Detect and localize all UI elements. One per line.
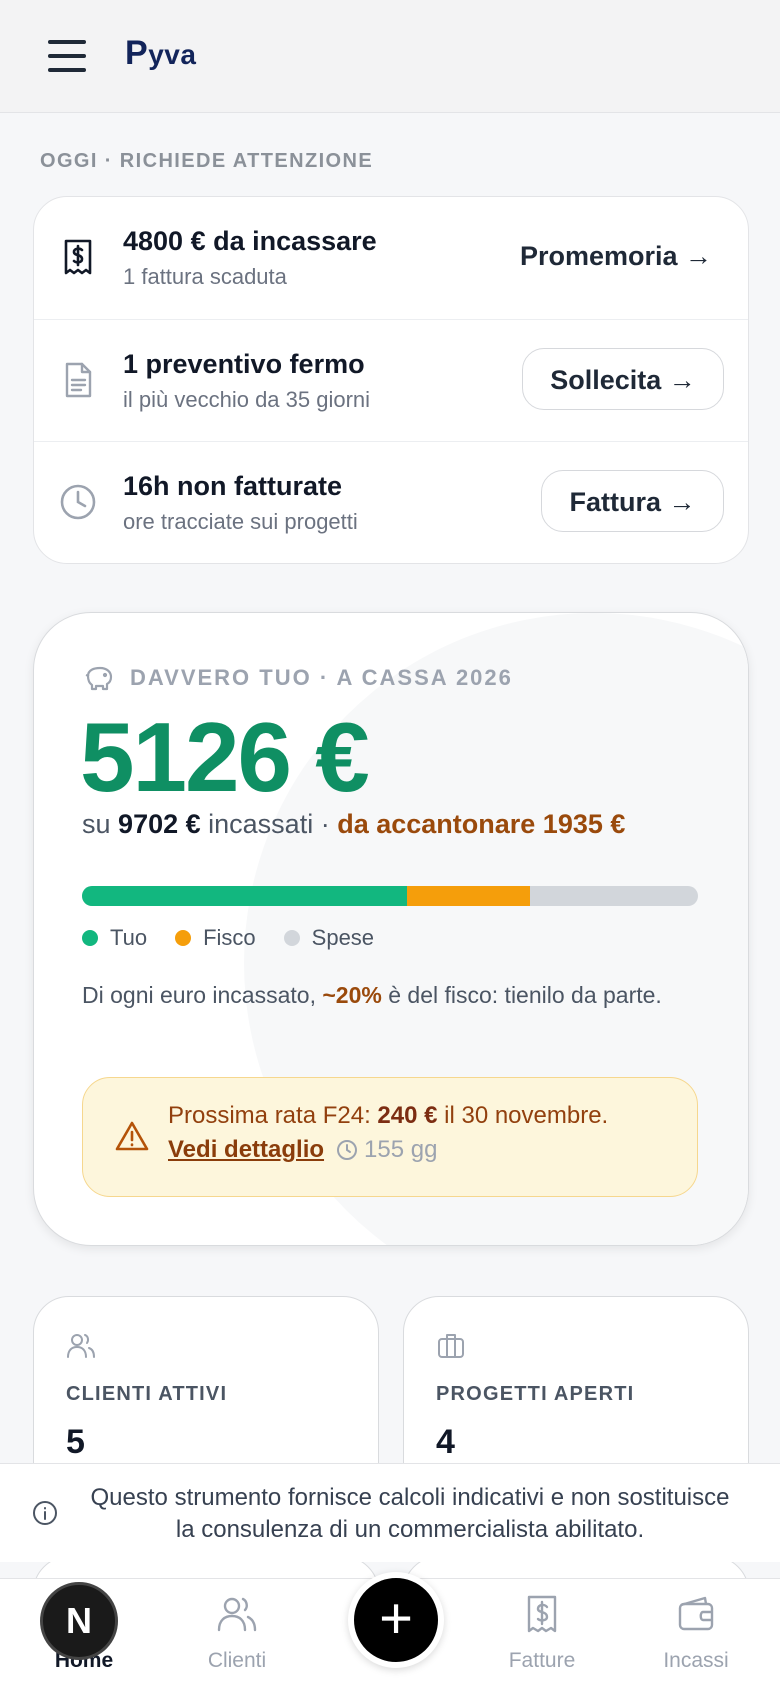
- bar-segment-fisco: [407, 886, 531, 906]
- stat-label: PROGETTI APERTI: [436, 1383, 635, 1405]
- attention-subtitle: 1 fattura scaduta: [123, 264, 287, 289]
- briefcase-icon: [438, 1334, 464, 1358]
- attention-title: 4800 € da incassare: [123, 226, 377, 256]
- cash-amount: 5126 €: [80, 702, 370, 812]
- total-collected: 9702 €: [118, 809, 201, 839]
- add-button[interactable]: +: [348, 1572, 444, 1668]
- attention-card: 4800 € da incassare 1 fattura scaduta Pr…: [33, 196, 749, 564]
- warning-icon: [115, 1121, 149, 1151]
- attention-subtitle: ore tracciate sui progetti: [123, 509, 358, 534]
- view-detail-link[interactable]: Vedi dettaglio: [168, 1136, 324, 1164]
- days-remaining: 155 gg: [336, 1136, 437, 1164]
- f24-alert: Prossima rata F24: 240 € il 30 novembre.…: [82, 1077, 698, 1197]
- attention-row-hours: 16h non fatturate ore tracciate sui prog…: [34, 441, 748, 563]
- document-icon: [65, 362, 92, 398]
- piggy-bank-icon: [85, 666, 113, 691]
- stat-value: 5: [66, 1423, 85, 1461]
- receipt-dollar-icon: [64, 239, 92, 275]
- f24-text: Prossima rata F24: 240 € il 30 novembre.: [168, 1102, 609, 1129]
- cash-breakdown-bar: [82, 886, 698, 906]
- stat-label: CLIENTI ATTIVI: [66, 1383, 228, 1405]
- menu-icon[interactable]: [48, 38, 86, 74]
- info-icon: [33, 1501, 57, 1525]
- cash-header: DAVVERO TUO · A CASSA 2026: [82, 663, 513, 693]
- clock-icon: [337, 1140, 358, 1160]
- tax-note: Di ogni euro incassato, ~20% è del fisco…: [82, 982, 662, 1008]
- cash-summary-card: DAVVERO TUO · A CASSA 2026 5126 € su 970…: [33, 612, 749, 1246]
- home-badge[interactable]: N: [40, 1582, 118, 1660]
- bar-legend: Tuo Fisco Spese: [82, 925, 402, 951]
- stat-value: 4: [436, 1423, 455, 1461]
- attention-subtitle: il più vecchio da 35 giorni: [123, 387, 371, 412]
- invoice-button[interactable]: Fattura →: [541, 470, 724, 532]
- top-bar: Pyva: [0, 0, 780, 113]
- cash-label: DAVVERO TUO · A CASSA 2026: [130, 665, 513, 690]
- attention-row-quote: 1 preventivo fermo il più vecchio da 35 …: [34, 319, 748, 441]
- attention-row-overdue: 4800 € da incassare 1 fattura scaduta Pr…: [34, 197, 748, 318]
- reminder-button[interactable]: Promemoria →: [502, 225, 712, 287]
- wallet-icon: [678, 1596, 714, 1631]
- app-logo[interactable]: Pyva: [125, 34, 196, 73]
- attention-title: 1 preventivo fermo: [123, 349, 365, 379]
- legend-item-spese: Spese: [283, 925, 374, 951]
- users-icon: [217, 1597, 257, 1632]
- legend-item-fisco: Fisco: [175, 925, 256, 951]
- set-aside-amount: da accantonare 1935 €: [337, 809, 626, 839]
- attention-title: 16h non fatturate: [123, 471, 343, 501]
- bar-segment-tuo: [82, 886, 408, 906]
- disclaimer-text: Questo strumento fornisce calcoli indica…: [90, 1484, 730, 1543]
- nav-item-incassi[interactable]: Incassi: [636, 1593, 756, 1673]
- attention-section-label: OGGI · RICHIEDE ATTENZIONE: [40, 150, 374, 172]
- receipt-dollar-icon: [527, 1595, 557, 1633]
- disclaimer-banner: Questo strumento fornisce calcoli indica…: [0, 1463, 780, 1562]
- users-icon: [67, 1334, 95, 1358]
- legend-item-tuo: Tuo: [82, 925, 147, 951]
- solicit-button[interactable]: Sollecita →: [522, 348, 724, 410]
- cash-subline: su 9702 € incassati · da accantonare 193…: [82, 809, 626, 839]
- clock-icon: [60, 484, 96, 520]
- nav-item-clienti[interactable]: Clienti: [177, 1593, 297, 1673]
- nav-item-fatture[interactable]: Fatture: [482, 1593, 602, 1673]
